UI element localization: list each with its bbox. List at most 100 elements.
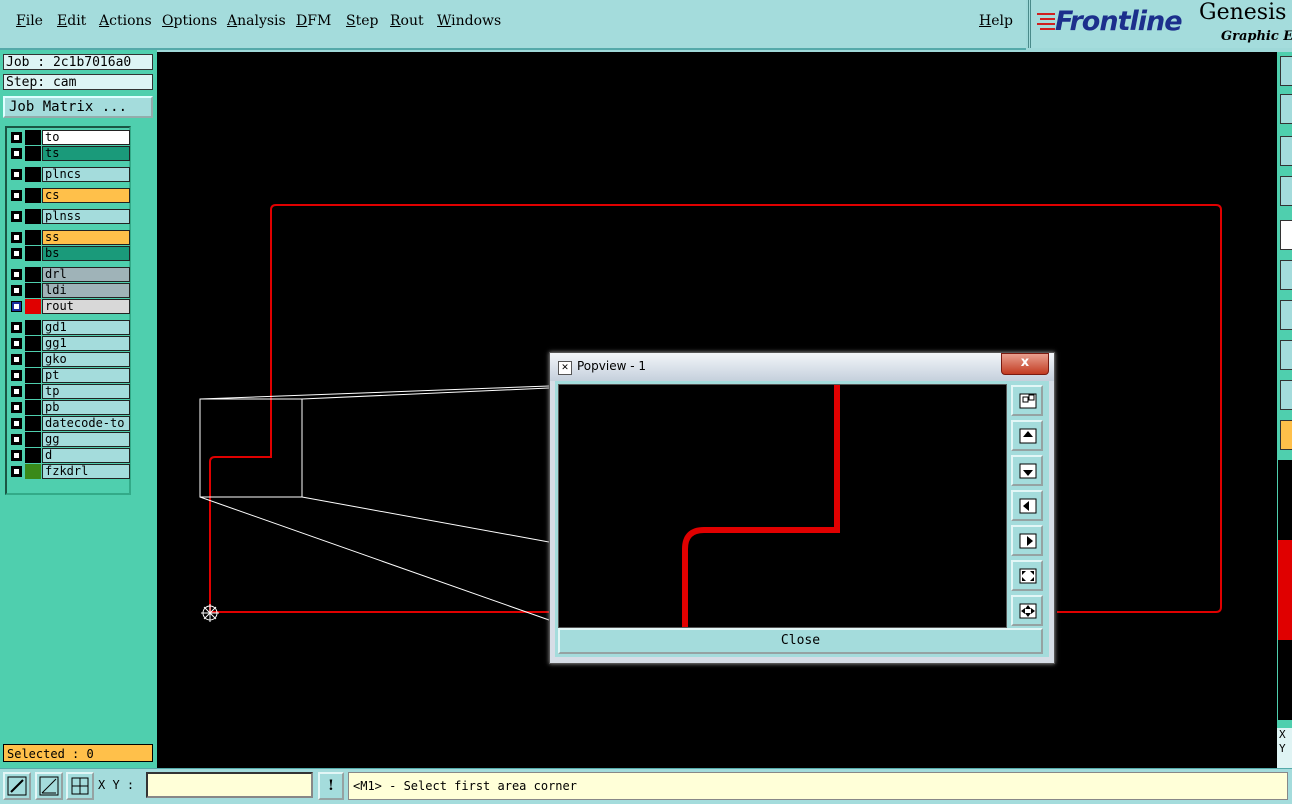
tool-button[interactable] [1280,380,1292,410]
tool-button[interactable] [1280,176,1292,206]
layer-color-swatch[interactable] [25,167,41,182]
layer-checkbox[interactable] [11,269,22,280]
tool-button[interactable] [1280,260,1292,290]
layer-checkbox[interactable] [11,466,22,477]
layer-name[interactable]: cs [42,188,130,203]
layer-name[interactable]: ts [42,146,130,161]
layer-name[interactable]: rout [42,299,130,314]
zoom-fit-icon[interactable] [1011,385,1043,416]
tool-button[interactable] [1280,220,1292,250]
layer-name[interactable]: ldi [42,283,130,298]
layer-name[interactable]: fzkdrl [42,464,130,479]
layer-color-swatch[interactable] [25,336,41,351]
layer-row-gg[interactable]: gg [9,432,130,447]
layer-row-pt[interactable]: pt [9,368,130,383]
layer-checkbox[interactable] [11,434,22,445]
tool-button[interactable] [1280,94,1292,124]
layer-color-swatch[interactable] [25,464,41,479]
layer-color-swatch[interactable] [25,230,41,245]
layer-checkbox[interactable] [11,285,22,296]
layer-checkbox[interactable] [11,190,22,201]
layer-name[interactable]: gg [42,432,130,447]
layer-color-swatch[interactable] [25,432,41,447]
layer-row-bs[interactable]: bs [9,246,130,261]
layer-name[interactable]: gko [42,352,130,367]
layer-name[interactable]: datecode-to [42,416,130,431]
layer-row-to[interactable]: to [9,130,130,145]
layer-row-gg1[interactable]: gg1 [9,336,130,351]
menu-help[interactable]: Help [979,13,1013,29]
menu-analysis[interactable]: Analysis [227,13,286,29]
pan-left-icon[interactable] [1011,490,1043,521]
layer-color-swatch[interactable] [25,320,41,335]
grid-snap-icon[interactable] [66,772,94,800]
tool-button[interactable] [1280,340,1292,370]
menu-rout[interactable]: Rout [390,13,424,29]
layer-row-d[interactable]: d [9,448,130,463]
layer-name[interactable]: pb [42,400,130,415]
zoom-in-icon[interactable] [1011,560,1043,591]
layer-checkbox[interactable] [11,450,22,461]
layer-color-swatch[interactable] [25,299,41,314]
layer-name[interactable]: pt [42,368,130,383]
layer-color-swatch[interactable] [25,209,41,224]
job-matrix-button[interactable]: Job Matrix ... [3,96,153,118]
layer-checkbox[interactable] [11,232,22,243]
layer-color-swatch[interactable] [25,188,41,203]
layer-checkbox[interactable] [11,148,22,159]
zoom-window-icon[interactable] [3,772,31,800]
layer-name[interactable]: gg1 [42,336,130,351]
layer-row-plnss[interactable]: plnss [9,209,130,224]
layer-color-swatch[interactable] [25,146,41,161]
layer-checkbox[interactable] [11,132,22,143]
zoom-out-icon[interactable] [1011,595,1043,626]
layer-checkbox[interactable] [11,386,22,397]
layer-name[interactable]: gd1 [42,320,130,335]
layer-color-swatch[interactable] [25,416,41,431]
layer-row-ts[interactable]: ts [9,146,130,161]
pan-up-icon[interactable] [1011,420,1043,451]
layer-name[interactable]: drl [42,267,130,282]
layer-name[interactable]: ss [42,230,130,245]
layer-name[interactable]: tp [42,384,130,399]
layer-color-swatch[interactable] [25,246,41,261]
close-window-button[interactable]: x [1001,353,1049,375]
layer-row-tp[interactable]: tp [9,384,130,399]
layer-name[interactable]: d [42,448,130,463]
menu-options[interactable]: Options [162,13,217,29]
layer-color-swatch[interactable] [25,130,41,145]
layer-row-gd1[interactable]: gd1 [9,320,130,335]
menu-actions[interactable]: Actions [99,13,152,29]
layer-color-swatch[interactable] [25,400,41,415]
layer-checkbox[interactable] [11,418,22,429]
layer-color-swatch[interactable] [25,384,41,399]
layer-name[interactable]: plnss [42,209,130,224]
tool-button[interactable] [1280,136,1292,166]
layer-checkbox[interactable] [11,248,22,259]
layer-row-gko[interactable]: gko [9,352,130,367]
menu-edit[interactable]: Edit [57,13,86,29]
layer-color-swatch[interactable] [25,283,41,298]
layer-checkbox[interactable] [11,402,22,413]
popview-canvas[interactable] [558,384,1007,628]
layer-color-swatch[interactable] [25,448,41,463]
layer-color-swatch[interactable] [25,352,41,367]
layer-row-fzkdrl[interactable]: fzkdrl [9,464,130,479]
popview-close-button[interactable]: Close [558,628,1043,654]
layer-row-cs[interactable]: cs [9,188,130,203]
popview-titlebar[interactable]: ✕ Popview - 1 x [550,353,1054,381]
message-button[interactable]: ! [318,772,344,800]
measure-icon[interactable] [35,772,63,800]
layer-name[interactable]: to [42,130,130,145]
layer-color-swatch[interactable] [25,368,41,383]
menu-step[interactable]: Step [346,13,378,29]
layer-row-plncs[interactable]: plncs [9,167,130,182]
layer-checkbox[interactable] [11,169,22,180]
layer-color-swatch[interactable] [25,267,41,282]
menu-dfm[interactable]: DFM [296,13,331,29]
layer-row-ss[interactable]: ss [9,230,130,245]
layer-checkbox[interactable] [11,322,22,333]
menu-file[interactable]: File [16,13,43,29]
layer-checkbox[interactable] [11,354,22,365]
xy-input[interactable] [146,772,313,798]
